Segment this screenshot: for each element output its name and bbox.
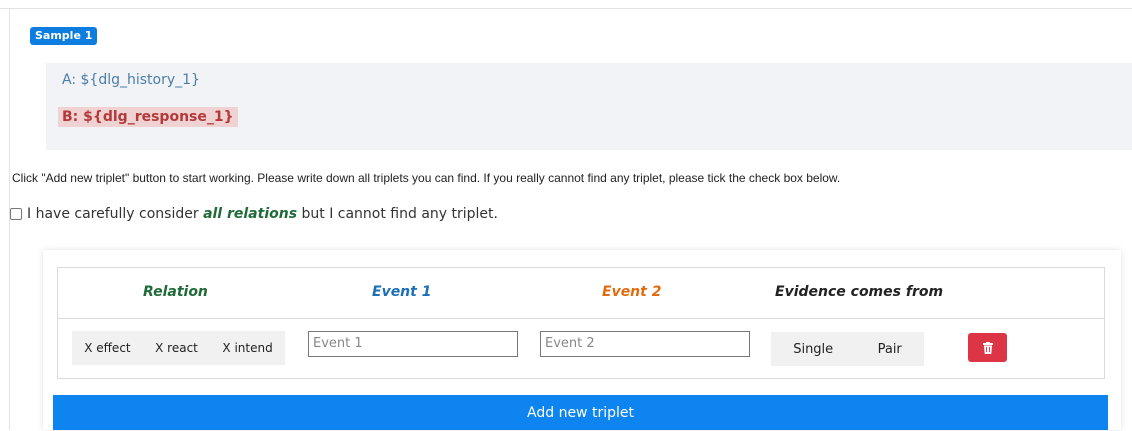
evidence-option-pair[interactable]: Pair: [878, 342, 902, 357]
relation-option-x-effect[interactable]: X effect: [84, 341, 130, 355]
header-event2: Event 2: [602, 284, 662, 300]
dialog-history-line: A: ${dlg_history_1}: [62, 72, 200, 88]
no-triplet-text-before: I have carefully consider: [27, 206, 204, 222]
header-event1: Event 1: [372, 284, 432, 300]
header-relation: Relation: [143, 284, 208, 300]
evidence-option-single[interactable]: Single: [793, 342, 833, 357]
relation-selector: X effect X react X intend: [72, 331, 285, 365]
relation-option-x-react[interactable]: X react: [155, 341, 198, 355]
evidence-selector: Single Pair: [771, 332, 924, 366]
add-new-triplet-button[interactable]: Add new triplet: [53, 395, 1108, 430]
dialog-panel: A: ${dlg_history_1} B: ${dlg_response_1}: [46, 63, 1132, 150]
event1-input[interactable]: Event 1: [308, 331, 518, 357]
no-triplet-text-after: but I cannot find any triplet.: [297, 206, 498, 222]
trash-icon: [982, 341, 993, 354]
triplet-table-header: Relation Event 1 Event 2 Evidence comes …: [58, 268, 1104, 319]
no-triplet-checkbox-row[interactable]: I have carefully consider all relations …: [10, 206, 498, 222]
delete-triplet-button[interactable]: [968, 333, 1007, 362]
triplet-card: Relation Event 1 Event 2 Evidence comes …: [43, 250, 1121, 430]
instructions-text: Click "Add new triplet" button to start …: [12, 171, 841, 185]
header-evidence: Evidence comes from: [775, 284, 944, 300]
dialog-response-line: B: ${dlg_response_1}: [58, 107, 238, 127]
event2-input[interactable]: Event 2: [540, 331, 750, 357]
top-divider: [0, 8, 1132, 9]
no-triplet-checkbox[interactable]: [10, 208, 22, 220]
no-triplet-emphasis: all relations: [203, 206, 298, 222]
sample-badge: Sample 1: [30, 27, 98, 45]
relation-option-x-intend[interactable]: X intend: [222, 341, 272, 355]
table-row: X effect X react X intend Event 1 Event …: [58, 318, 1104, 378]
triplet-table: Relation Event 1 Event 2 Evidence comes …: [57, 267, 1105, 379]
